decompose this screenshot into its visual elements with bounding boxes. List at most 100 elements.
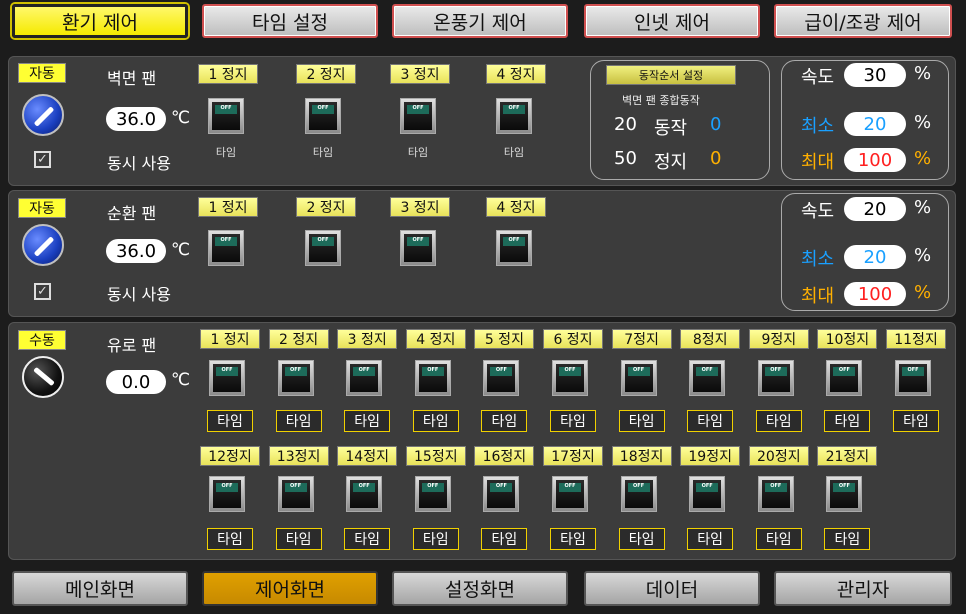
nav-main-screen[interactable]: 메인화면 <box>12 571 188 606</box>
duct-fan-timer-button-17[interactable]: 타임 <box>550 528 596 550</box>
wall-fan-speed-value[interactable]: 30 <box>844 63 906 87</box>
duct-fan-timer-button-20[interactable]: 타임 <box>755 528 802 550</box>
nav-settings-screen[interactable]: 설정화면 <box>392 571 568 606</box>
duct-fan-timer-button-8[interactable]: 타임 <box>687 410 734 432</box>
duct-fan-stop-4[interactable]: 4 정지 <box>405 329 466 349</box>
duct-fan-stop-12[interactable]: 12정지 <box>200 446 260 466</box>
wall-fan-stop-2[interactable]: 2 정지 <box>296 64 356 84</box>
duct-fan-timer-button-15[interactable]: 타임 <box>412 528 459 550</box>
tab-heater-control[interactable]: 온풍기 제어 <box>392 4 568 38</box>
circulation-fan-switch-1[interactable]: OFF <box>208 230 244 266</box>
duct-fan-switch-20[interactable]: OFF <box>757 476 794 512</box>
duct-fan-stop-11[interactable]: 11정지 <box>886 329 946 349</box>
duct-fan-stop-2[interactable]: 2 정지 <box>268 329 329 349</box>
duct-fan-timer-button-4[interactable]: 타임 <box>412 410 459 432</box>
wall-fan-mode-knob-icon[interactable] <box>22 94 64 136</box>
duct-fan-stop-10[interactable]: 10정지 <box>817 329 878 349</box>
duct-fan-stop-21[interactable]: 21정지 <box>817 446 878 466</box>
duct-fan-switch-10[interactable]: OFF <box>826 360 863 396</box>
duct-fan-stop-20[interactable]: 20정지 <box>748 446 809 466</box>
duct-fan-switch-4[interactable]: OFF <box>414 360 451 396</box>
sequence-setup-button[interactable]: 동작순서 설정 <box>606 65 736 85</box>
wall-fan-max-value[interactable]: 100 <box>844 148 906 172</box>
duct-fan-timer-button-16[interactable]: 타임 <box>481 528 528 550</box>
tab-feed-light-control[interactable]: 급이/조광 제어 <box>774 4 952 38</box>
duct-fan-switch-9[interactable]: OFF <box>757 360 794 396</box>
duct-fan-timer-button-12[interactable]: 타임 <box>207 528 253 550</box>
duct-fan-timer-button-19[interactable]: 타임 <box>687 528 734 550</box>
duct-fan-timer-button-18[interactable]: 타임 <box>618 528 665 550</box>
duct-fan-mode-knob-icon[interactable] <box>22 356 64 398</box>
wall-fan-temp[interactable]: 36.0 <box>106 107 166 131</box>
duct-fan-switch-18[interactable]: OFF <box>620 476 657 512</box>
tab-ventilation-control[interactable]: 환기 제어 <box>12 4 188 38</box>
duct-fan-switch-17[interactable]: OFF <box>552 476 588 512</box>
duct-fan-timer-button-13[interactable]: 타임 <box>275 528 322 550</box>
duct-fan-timer-button-21[interactable]: 타임 <box>824 528 871 550</box>
circulation-fan-stop-4[interactable]: 4 정지 <box>486 197 546 217</box>
circulation-fan-switch-3[interactable]: OFF <box>400 230 436 266</box>
circulation-fan-temp[interactable]: 36.0 <box>106 239 166 263</box>
circulation-fan-switch-4[interactable]: OFF <box>496 230 532 266</box>
wall-fan-switch-2[interactable]: OFF <box>305 98 341 134</box>
circulation-fan-speed-value[interactable]: 20 <box>844 197 906 221</box>
circulation-fan-min-value[interactable]: 20 <box>844 245 906 269</box>
tab-innet-control[interactable]: 인넷 제어 <box>584 4 760 38</box>
duct-fan-stop-7[interactable]: 7정지 <box>611 329 672 349</box>
duct-fan-stop-13[interactable]: 13정지 <box>268 446 329 466</box>
nav-admin-screen[interactable]: 관리자 <box>774 571 952 606</box>
wall-fan-stop-4[interactable]: 4 정지 <box>486 64 546 84</box>
circulation-fan-mode-knob-icon[interactable] <box>22 224 64 266</box>
duct-fan-timer-button-9[interactable]: 타임 <box>755 410 802 432</box>
duct-fan-switch-2[interactable]: OFF <box>277 360 314 396</box>
duct-fan-stop-1[interactable]: 1 정지 <box>200 329 260 349</box>
duct-fan-stop-18[interactable]: 18정지 <box>611 446 672 466</box>
nav-data-screen[interactable]: 데이터 <box>584 571 760 606</box>
duct-fan-switch-11[interactable]: OFF <box>895 360 931 396</box>
duct-fan-switch-14[interactable]: OFF <box>346 476 383 512</box>
nav-control-screen[interactable]: 제어화면 <box>202 571 378 606</box>
duct-fan-switch-7[interactable]: OFF <box>620 360 657 396</box>
duct-fan-switch-13[interactable]: OFF <box>277 476 314 512</box>
duct-fan-stop-19[interactable]: 19정지 <box>680 446 741 466</box>
duct-fan-switch-3[interactable]: OFF <box>346 360 383 396</box>
duct-fan-timer-button-14[interactable]: 타임 <box>344 528 391 550</box>
duct-fan-stop-15[interactable]: 15정지 <box>405 446 466 466</box>
circulation-fan-switch-2[interactable]: OFF <box>305 230 341 266</box>
duct-fan-switch-12[interactable]: OFF <box>209 476 245 512</box>
duct-fan-switch-1[interactable]: OFF <box>209 360 245 396</box>
duct-fan-stop-3[interactable]: 3 정지 <box>337 329 398 349</box>
tab-timer-settings[interactable]: 타임 설정 <box>202 4 378 38</box>
duct-fan-timer-button-2[interactable]: 타임 <box>275 410 322 432</box>
wall-fan-switch-3[interactable]: OFF <box>400 98 436 134</box>
duct-fan-switch-19[interactable]: OFF <box>689 476 726 512</box>
circulation-fan-stop-3[interactable]: 3 정지 <box>390 197 450 217</box>
wall-fan-stop-3[interactable]: 3 정지 <box>390 64 450 84</box>
duct-fan-temp[interactable]: 0.0 <box>106 370 166 394</box>
wall-fan-sync-checkbox[interactable]: ✓ <box>34 151 51 168</box>
duct-fan-switch-15[interactable]: OFF <box>414 476 451 512</box>
duct-fan-switch-16[interactable]: OFF <box>483 476 520 512</box>
duct-fan-stop-16[interactable]: 16정지 <box>474 446 535 466</box>
wall-fan-switch-1[interactable]: OFF <box>208 98 244 134</box>
circulation-fan-stop-2[interactable]: 2 정지 <box>296 197 356 217</box>
circulation-fan-max-value[interactable]: 100 <box>844 282 906 306</box>
duct-fan-timer-button-6[interactable]: 타임 <box>550 410 596 432</box>
wall-fan-min-value[interactable]: 20 <box>844 112 906 136</box>
duct-fan-timer-button-5[interactable]: 타임 <box>481 410 528 432</box>
duct-fan-timer-button-1[interactable]: 타임 <box>207 410 253 432</box>
duct-fan-switch-5[interactable]: OFF <box>483 360 520 396</box>
duct-fan-stop-8[interactable]: 8정지 <box>680 329 741 349</box>
duct-fan-timer-button-3[interactable]: 타임 <box>344 410 391 432</box>
circulation-fan-sync-checkbox[interactable]: ✓ <box>34 283 51 300</box>
duct-fan-stop-14[interactable]: 14정지 <box>337 446 398 466</box>
circulation-fan-stop-1[interactable]: 1 정지 <box>198 197 258 217</box>
wall-fan-switch-4[interactable]: OFF <box>496 98 532 134</box>
duct-fan-stop-17[interactable]: 17정지 <box>543 446 603 466</box>
duct-fan-switch-6[interactable]: OFF <box>552 360 588 396</box>
duct-fan-timer-button-7[interactable]: 타임 <box>618 410 665 432</box>
duct-fan-timer-button-11[interactable]: 타임 <box>893 410 939 432</box>
duct-fan-timer-button-10[interactable]: 타임 <box>824 410 871 432</box>
duct-fan-stop-6[interactable]: 6 정지 <box>543 329 603 349</box>
wall-fan-stop-1[interactable]: 1 정지 <box>198 64 258 84</box>
